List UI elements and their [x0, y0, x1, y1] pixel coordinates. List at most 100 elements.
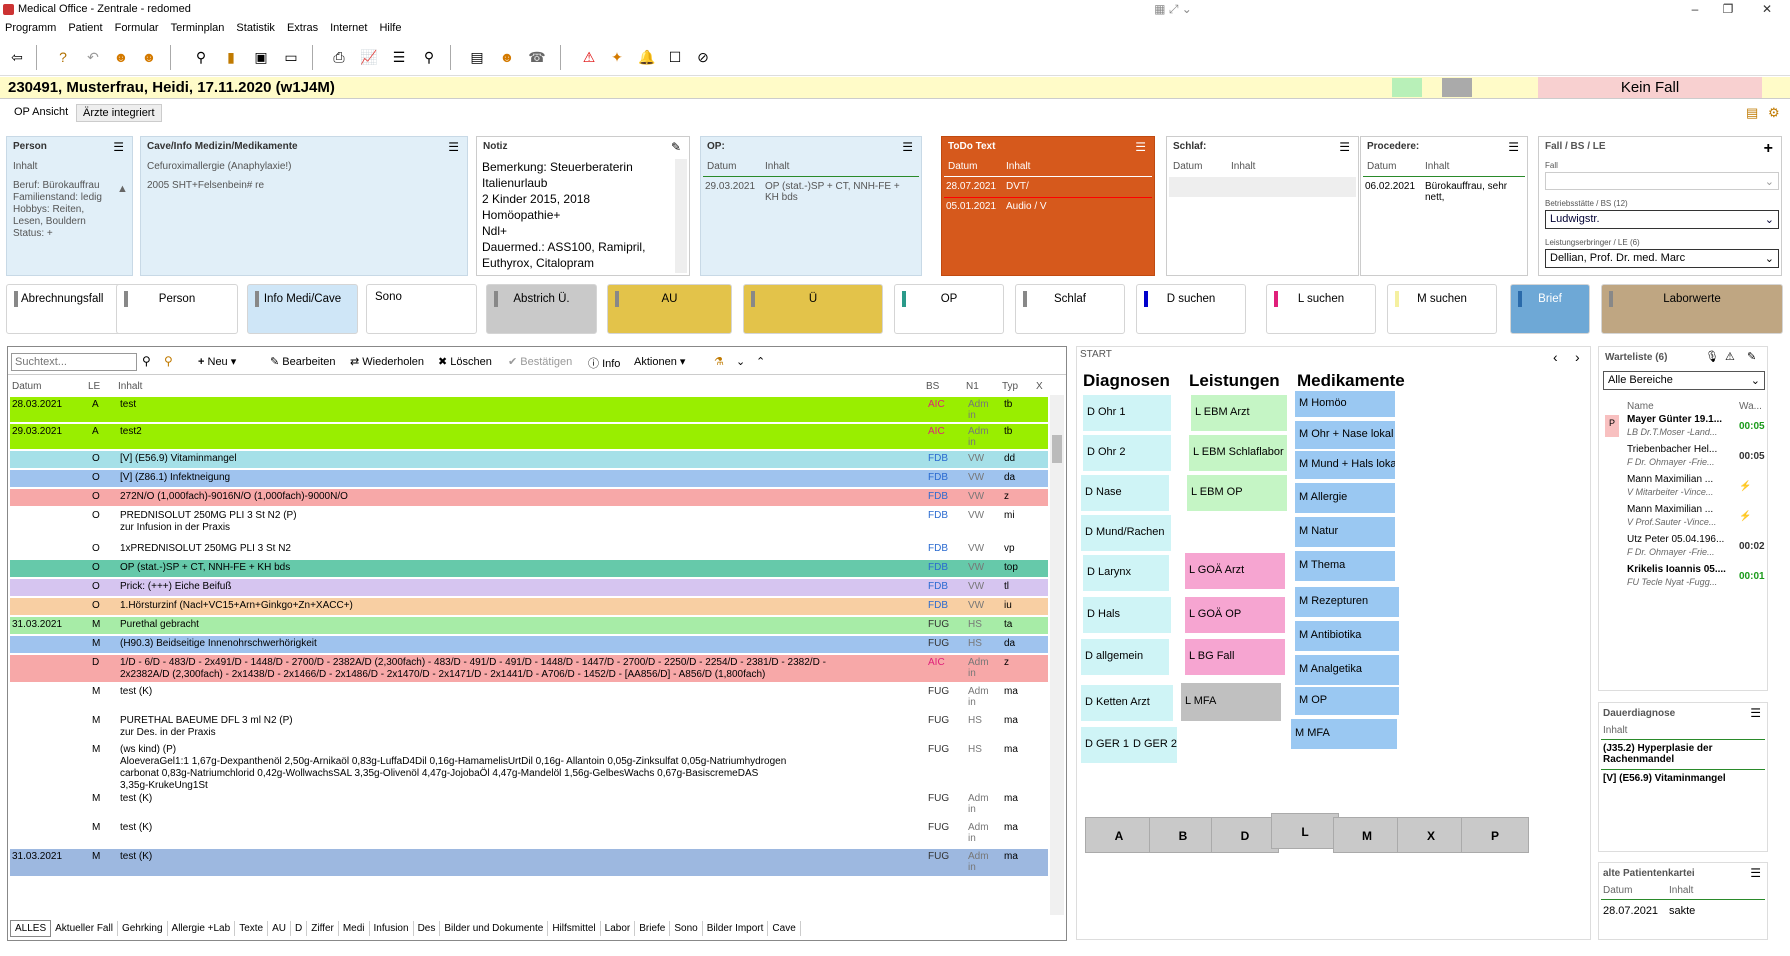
back-icon[interactable]: ↶: [82, 46, 104, 68]
tab-sono[interactable]: Sono: [670, 921, 703, 936]
tab-cave[interactable]: Cave: [768, 921, 801, 936]
menu-statistik[interactable]: Statistik: [231, 20, 282, 34]
menu-icon[interactable]: ☰: [902, 140, 913, 154]
leist-button[interactable]: L EBM OP: [1187, 475, 1287, 511]
waitlist-item[interactable]: Triebenbacher Hel... F Dr. Ohmayer -Frie.…: [1603, 443, 1765, 471]
layout-icon[interactable]: ▤: [1746, 105, 1758, 121]
bell-icon[interactable]: 🔔: [636, 46, 658, 68]
notification-icon[interactable]: ✦: [606, 46, 628, 68]
scan-icon[interactable]: ▣: [250, 46, 272, 68]
edit-button[interactable]: ✎ Bearbeiten: [270, 355, 336, 368]
scroll-up-icon[interactable]: ▲: [117, 183, 128, 195]
edit-icon[interactable]: ✎: [1747, 350, 1756, 363]
procedere-card[interactable]: Procedere: ☰ Datum Inhalt 06.02.2021 Bür…: [1360, 136, 1528, 276]
tab-texte[interactable]: Texte: [235, 921, 269, 936]
terminal-icon[interactable]: ▤: [466, 46, 488, 68]
table-row[interactable]: O 1xPREDNISOLUT 250MG PLI 3 St N2 FDB VW vp: [10, 541, 1048, 559]
brief-button[interactable]: Brief: [1510, 284, 1590, 334]
table-row[interactable]: Mtest (K) FUG Admin ma: [10, 791, 1048, 819]
diag-button[interactable]: D Mund/Rachen: [1081, 515, 1171, 551]
diag-button[interactable]: D Ketten Arzt: [1081, 685, 1173, 721]
close-button[interactable]: ✕: [1752, 2, 1782, 18]
repeat-button[interactable]: ⇄ Wiederholen: [350, 355, 424, 368]
quick-button-d[interactable]: D: [1211, 817, 1279, 853]
tab-aktueller-fall[interactable]: Aktueller Fall: [51, 921, 118, 936]
table-row[interactable]: O Prick: (+++) Eiche Beifuß FDB VW tl: [10, 579, 1048, 597]
help-icon[interactable]: ?: [52, 46, 74, 68]
table-row[interactable]: D 1/D - 6/D - 483/D - 2x491/D - 1448/D - …: [10, 655, 1048, 683]
person-search-icon[interactable]: ☻: [138, 46, 160, 68]
diag-button[interactable]: D GER 1: [1081, 727, 1129, 763]
diag-button[interactable]: D GER 2: [1129, 727, 1177, 763]
medi-button[interactable]: M Homöo: [1295, 391, 1395, 417]
tab-medi[interactable]: Medi: [339, 921, 370, 936]
d-suchen-button[interactable]: D suchen: [1136, 284, 1246, 334]
l-suchen-button[interactable]: L suchen: [1266, 284, 1376, 334]
op-button[interactable]: OP: [894, 284, 1004, 334]
op-card[interactable]: OP: ☰ Datum Inhalt 29.03.2021 OP (stat.-…: [700, 136, 922, 276]
leist-button[interactable]: L EBM Schlaflabor: [1189, 435, 1287, 471]
person-icon[interactable]: ☻: [110, 46, 132, 68]
abstrich-button[interactable]: Abstrich Ü.: [486, 284, 597, 334]
chevron-up-icon[interactable]: ⌃: [756, 355, 765, 368]
menu-icon[interactable]: ☰: [1135, 140, 1146, 154]
leist-button[interactable]: L GOÄ OP: [1185, 597, 1285, 633]
tab-bilder-import[interactable]: Bilder Import: [703, 921, 769, 936]
medi-button[interactable]: M Ohr + Nase lokal: [1295, 421, 1395, 449]
table-row[interactable]: M (ws kind) (P) AloeveraGel1:1 1,67g-Dexp…: [10, 742, 1048, 791]
note-icon[interactable]: ☐: [664, 46, 686, 68]
dauer-item[interactable]: (J35.2) Hyperplasie der Rachenmandel: [1603, 743, 1763, 765]
quick-button-x[interactable]: X: [1397, 817, 1465, 853]
tab-d[interactable]: D: [291, 921, 308, 936]
waitlist-item[interactable]: P Mayer Günter 19.1... LB Dr.T.Moser -Land…: [1603, 413, 1765, 441]
chevron-down-icon[interactable]: ⌄: [736, 355, 745, 368]
tab-alles[interactable]: ALLES: [10, 920, 52, 937]
waitlist-item[interactable]: Mann Maximilian ... V Mitarbeiter -Vince.…: [1603, 473, 1765, 501]
tab-au[interactable]: AU: [268, 921, 291, 936]
bs-select[interactable]: Ludwigstr. ⌄: [1545, 210, 1779, 229]
search-icon[interactable]: ⚲: [142, 354, 151, 368]
group-icon[interactable]: ☻: [496, 46, 518, 68]
table-row[interactable]: 29.03.2021 Atest2 AIC Admin tb: [10, 424, 1048, 450]
table-row[interactable]: Mtest (K) FUG Admin ma: [10, 684, 1048, 712]
tab-des[interactable]: Des: [414, 921, 441, 936]
search-input[interactable]: [11, 353, 137, 371]
next-icon[interactable]: ›: [1575, 349, 1580, 365]
quick-button-b[interactable]: B: [1149, 817, 1217, 853]
info-medi-cave-button[interactable]: Info Medi/Cave: [247, 284, 358, 334]
tab-op-ansicht[interactable]: OP Ansicht: [14, 106, 68, 118]
phone-icon[interactable]: ☎: [526, 46, 548, 68]
quick-button-a[interactable]: A: [1085, 817, 1153, 853]
grid-scrollbar[interactable]: [1050, 395, 1064, 915]
medi-button[interactable]: M Thema: [1295, 551, 1395, 581]
medi-button[interactable]: M MFA: [1291, 719, 1397, 749]
microphone-icon[interactable]: 🎙: [1705, 350, 1719, 363]
medi-button[interactable]: M Rezepturen: [1295, 587, 1399, 617]
table-row[interactable]: O 272N/O (1,000fach)-9016N/O (1,000fach)-…: [10, 489, 1048, 507]
tab-infusion[interactable]: Infusion: [370, 921, 414, 936]
person-button[interactable]: Person: [116, 284, 238, 334]
diag-button[interactable]: D Nase: [1081, 475, 1169, 511]
laborwerte-button[interactable]: Laborwerte: [1601, 284, 1783, 334]
leist-button[interactable]: L BG Fall: [1185, 639, 1285, 675]
table-row[interactable]: O OP (stat.-)SP + CT, NNH-FE + KH bds FDB V…: [10, 560, 1048, 578]
maximize-button[interactable]: ❐: [1713, 2, 1743, 18]
prev-icon[interactable]: ‹: [1553, 349, 1558, 365]
medi-button[interactable]: M OP: [1295, 687, 1399, 715]
print-icon[interactable]: ⎙: [328, 46, 350, 68]
le-select[interactable]: Dellian, Prof. Dr. med. Marc ⌄: [1545, 249, 1779, 268]
bereich-select[interactable]: Alle Bereiche ⌄: [1603, 371, 1765, 390]
menu-icon[interactable]: ☰: [1750, 866, 1761, 880]
menu-extras[interactable]: Extras: [282, 20, 325, 34]
table-row[interactable]: O [V] (Z86.1) Infektneigung FDB VW da: [10, 470, 1048, 488]
tab-hilfsmittel[interactable]: Hilfsmittel: [548, 921, 601, 936]
info-button[interactable]: ⓘ Info: [588, 355, 620, 371]
menu-formular[interactable]: Formular: [110, 20, 166, 34]
menu-terminplan[interactable]: Terminplan: [166, 20, 232, 34]
diag-button[interactable]: D Ohr 1: [1083, 395, 1171, 431]
window-icon[interactable]: ▭: [280, 46, 302, 68]
table-row[interactable]: M PURETHAL BAEUME DFL 3 ml N2 (P) zur Des…: [10, 713, 1048, 741]
table-row[interactable]: O PREDNISOLUT 250MG PLI 3 St N2 (P) zur I…: [10, 508, 1048, 540]
leist-button[interactable]: L EBM Arzt: [1191, 395, 1287, 431]
ue-button[interactable]: Ü: [743, 284, 883, 334]
